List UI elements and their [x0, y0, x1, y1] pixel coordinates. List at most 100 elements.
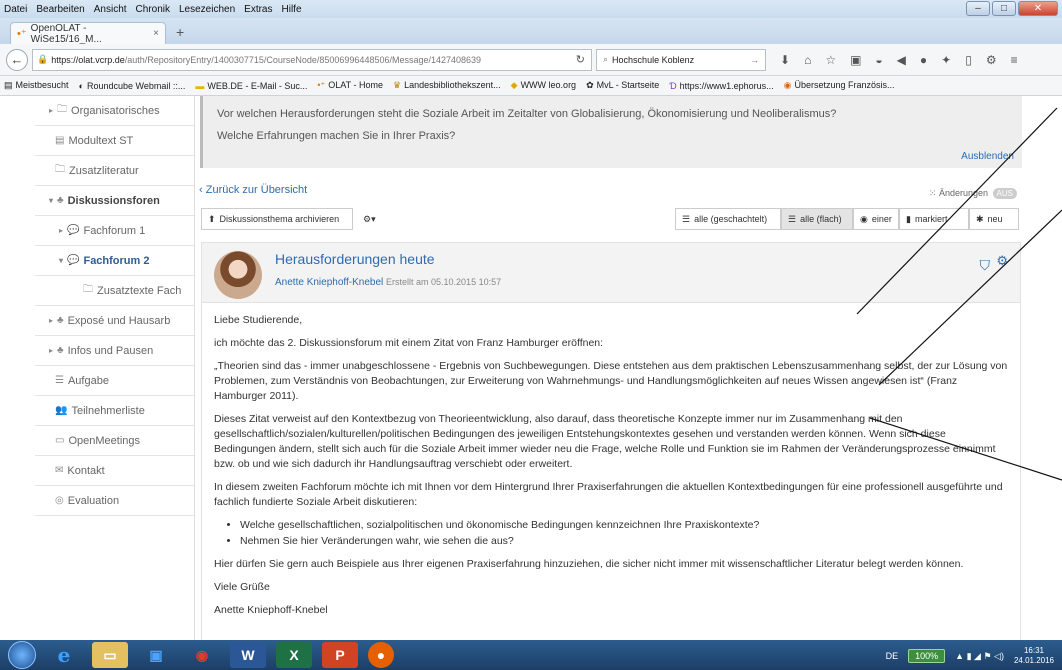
send-icon[interactable]: ◀: [897, 53, 906, 67]
sidebar-item-label: Infos und Pausen: [67, 344, 154, 357]
sidebar-item-label: Organisatorisches: [71, 104, 160, 117]
close-window-button[interactable]: ✕: [1018, 1, 1058, 16]
menu-chronik[interactable]: Chronik: [136, 4, 170, 15]
chevron-right-icon[interactable]: ▸: [49, 316, 53, 325]
browser-tab[interactable]: •⁺ OpenOLAT - WiSe15/16_M... ×: [10, 22, 166, 45]
language-indicator[interactable]: DE: [886, 651, 899, 661]
url-bar[interactable]: 🔒 https://olat.vcrp.de /auth/RepositoryE…: [32, 48, 592, 71]
internet-explorer-icon[interactable]: e: [46, 642, 82, 668]
hide-link[interactable]: Ausblenden: [961, 151, 1014, 162]
menu-datei[interactable]: Datei: [4, 4, 27, 15]
settings-dropdown[interactable]: ⚙▾: [357, 208, 389, 230]
bookmarks-bar: ▤ Meistbesucht ◐ Roundcube Webmail ::... ▬…: [0, 76, 1062, 96]
media-player-icon[interactable]: ▣: [138, 642, 174, 668]
rss-icon: ⁙: [928, 188, 937, 198]
menu-ansicht[interactable]: Ansicht: [94, 4, 127, 15]
chevron-right-icon[interactable]: ▸: [49, 106, 53, 115]
bookmark-item[interactable]: ✿ MvL - Startseite: [586, 80, 659, 91]
sidebar-item-zusatzliteratur[interactable]: 🗀 Zusatzliteratur: [35, 156, 194, 186]
post-date: Erstellt am 05.10.2015 10:57: [386, 277, 502, 287]
sidebar-item-zusatztexte[interactable]: 🗀 Zusatztexte Fach: [35, 276, 194, 306]
post-tools-icon[interactable]: ⚙: [996, 253, 1008, 269]
new-tab-icon[interactable]: +: [176, 24, 184, 40]
menu-extras[interactable]: Extras: [244, 4, 272, 15]
chevron-right-icon[interactable]: ▸: [49, 346, 53, 355]
back-button[interactable]: ←: [6, 48, 28, 71]
word-icon[interactable]: W: [230, 642, 266, 668]
menu-bearbeiten[interactable]: Bearbeiten: [36, 4, 84, 15]
bookmark-item[interactable]: •⁺ OLAT - Home: [317, 80, 383, 91]
sidebar-item-evaluation[interactable]: ◎ Evaluation: [35, 486, 194, 516]
sidebar-item-aufgabe[interactable]: ☰ Aufgabe: [35, 366, 194, 396]
sidebar-item-infos-pausen[interactable]: ▸ ♣ Infos und Pausen: [35, 336, 194, 366]
bookmark-item[interactable]: ▤ Meistbesucht: [4, 80, 69, 91]
back-to-overview-link[interactable]: ‹ Zurück zur Übersicht: [199, 184, 307, 196]
avatar[interactable]: [214, 251, 262, 299]
bookmark-item[interactable]: ♛ Landesbibliothekszent...: [393, 80, 501, 91]
maximize-button[interactable]: □: [992, 1, 1016, 16]
bookmark-item[interactable]: ◉ Übersetzung Französis...: [784, 80, 895, 91]
bookmark-item[interactable]: ◐ Roundcube Webmail ::...: [79, 81, 186, 91]
chrome-icon[interactable]: ◉: [184, 642, 220, 668]
clock[interactable]: 16:31 24.01.2016: [1014, 646, 1054, 666]
menu-icon[interactable]: ≡: [1011, 53, 1018, 67]
chevron-down-icon[interactable]: ▾: [49, 196, 53, 205]
excel-icon[interactable]: X: [276, 642, 312, 668]
tray-icons[interactable]: ▲ ▮ ◢ ⚑ ◁): [955, 651, 1004, 662]
post-body: Liebe Studierende, ich möchte das 2. Dis…: [202, 303, 1020, 636]
changes-toggle-state[interactable]: AUS: [992, 188, 1017, 199]
sidebar-item-expose[interactable]: ▸ ♣ Exposé und Hausarb: [35, 306, 194, 336]
menu-hilfe[interactable]: Hilfe: [282, 4, 302, 15]
search-go-icon[interactable]: →: [750, 55, 759, 65]
list-icon: ☰: [788, 213, 797, 224]
sidebar-item-label: Teilnehmerliste: [71, 404, 145, 417]
device-icon[interactable]: ▯: [965, 53, 972, 67]
view-marked-button[interactable]: ▮ markiert: [899, 208, 969, 230]
chevron-down-icon[interactable]: ▾: [59, 256, 63, 265]
sidebar-item-modultext[interactable]: ▤ Modultext ST: [35, 126, 194, 156]
search-input[interactable]: ⌕ Hochschule Koblenz →: [596, 48, 766, 71]
sidebar-item-label: Zusatztexte Fach: [97, 284, 182, 297]
sidebar-item-diskussionsforen[interactable]: ▾ ♣ Diskussionsforen: [35, 186, 194, 216]
addon-icon[interactable]: ✦: [941, 53, 951, 67]
sidebar-item-teilnehmerliste[interactable]: 👥 Teilnehmerliste: [35, 396, 194, 426]
archive-topic-button[interactable]: ⬆ Diskussionsthema archivieren: [201, 208, 353, 230]
home-icon[interactable]: ⌂: [804, 53, 811, 67]
bookmark-item[interactable]: Ɗhttps://www1.ephorus...: [669, 81, 773, 91]
minimize-button[interactable]: –: [966, 1, 990, 16]
view-flat-button[interactable]: ☰ alle (flach): [781, 208, 853, 230]
firefox-icon[interactable]: ●: [368, 642, 394, 668]
view-threaded-button[interactable]: ☰ alle (geschachtelt): [675, 208, 781, 230]
post-intro: ich möchte das 2. Diskussionsforum mit e…: [214, 337, 604, 349]
sidebar-item-fachforum-2[interactable]: ▾ 💬 Fachforum 2: [35, 246, 194, 276]
bookmark-post-icon[interactable]: ⛉: [980, 257, 991, 274]
sidebar-item-fachforum-1[interactable]: ▸ 💬 Fachforum 1: [35, 216, 194, 246]
navigation-bar: ← 🔒 https://olat.vcrp.de /auth/Repositor…: [0, 44, 1062, 76]
bookmark-item[interactable]: ◆ WWW leo.org: [511, 80, 576, 91]
menu-lesezeichen[interactable]: Lesezeichen: [179, 4, 235, 15]
bookmark-star-icon[interactable]: ☆: [825, 53, 836, 67]
close-tab-icon[interactable]: ×: [153, 28, 159, 39]
pocket-icon[interactable]: ◒: [875, 53, 882, 67]
file-explorer-icon[interactable]: ▭: [92, 642, 128, 668]
sidebar-item-kontakt[interactable]: ✉ Kontakt: [35, 456, 194, 486]
sidebar-item-label: Fachforum 1: [83, 224, 146, 237]
start-button[interactable]: [8, 641, 36, 669]
download-icon[interactable]: ⬇: [780, 53, 790, 67]
author-link[interactable]: Anette Kniephoff-Knebel: [275, 277, 383, 288]
bookmarks-icon[interactable]: ▣: [850, 53, 861, 67]
settings-icon[interactable]: ⚙: [986, 53, 997, 67]
folder-icon: 🗀: [57, 104, 68, 115]
sidebar-item-organisatorisches[interactable]: ▸ 🗀 Organisatorisches: [35, 96, 194, 126]
view-one-button[interactable]: ◉ einer: [853, 208, 899, 230]
view-new-button[interactable]: ✱ neu: [969, 208, 1019, 230]
battery-indicator[interactable]: 100%: [908, 649, 946, 663]
chevron-right-icon[interactable]: ▸: [59, 226, 63, 235]
changes-toggle[interactable]: ⁙ Änderungen AUS: [929, 188, 1017, 199]
chat-addon-icon[interactable]: ●: [920, 53, 927, 67]
powerpoint-icon[interactable]: P: [322, 642, 358, 668]
forum-task-box: Vor welchen Herausforderungen steht die …: [200, 96, 1022, 168]
reload-icon[interactable]: ↻: [576, 53, 585, 66]
bookmark-item[interactable]: ▬ WEB.DE - E-Mail - Suc...: [195, 81, 307, 91]
sidebar-item-openmeetings[interactable]: ▭ OpenMeetings: [35, 426, 194, 456]
